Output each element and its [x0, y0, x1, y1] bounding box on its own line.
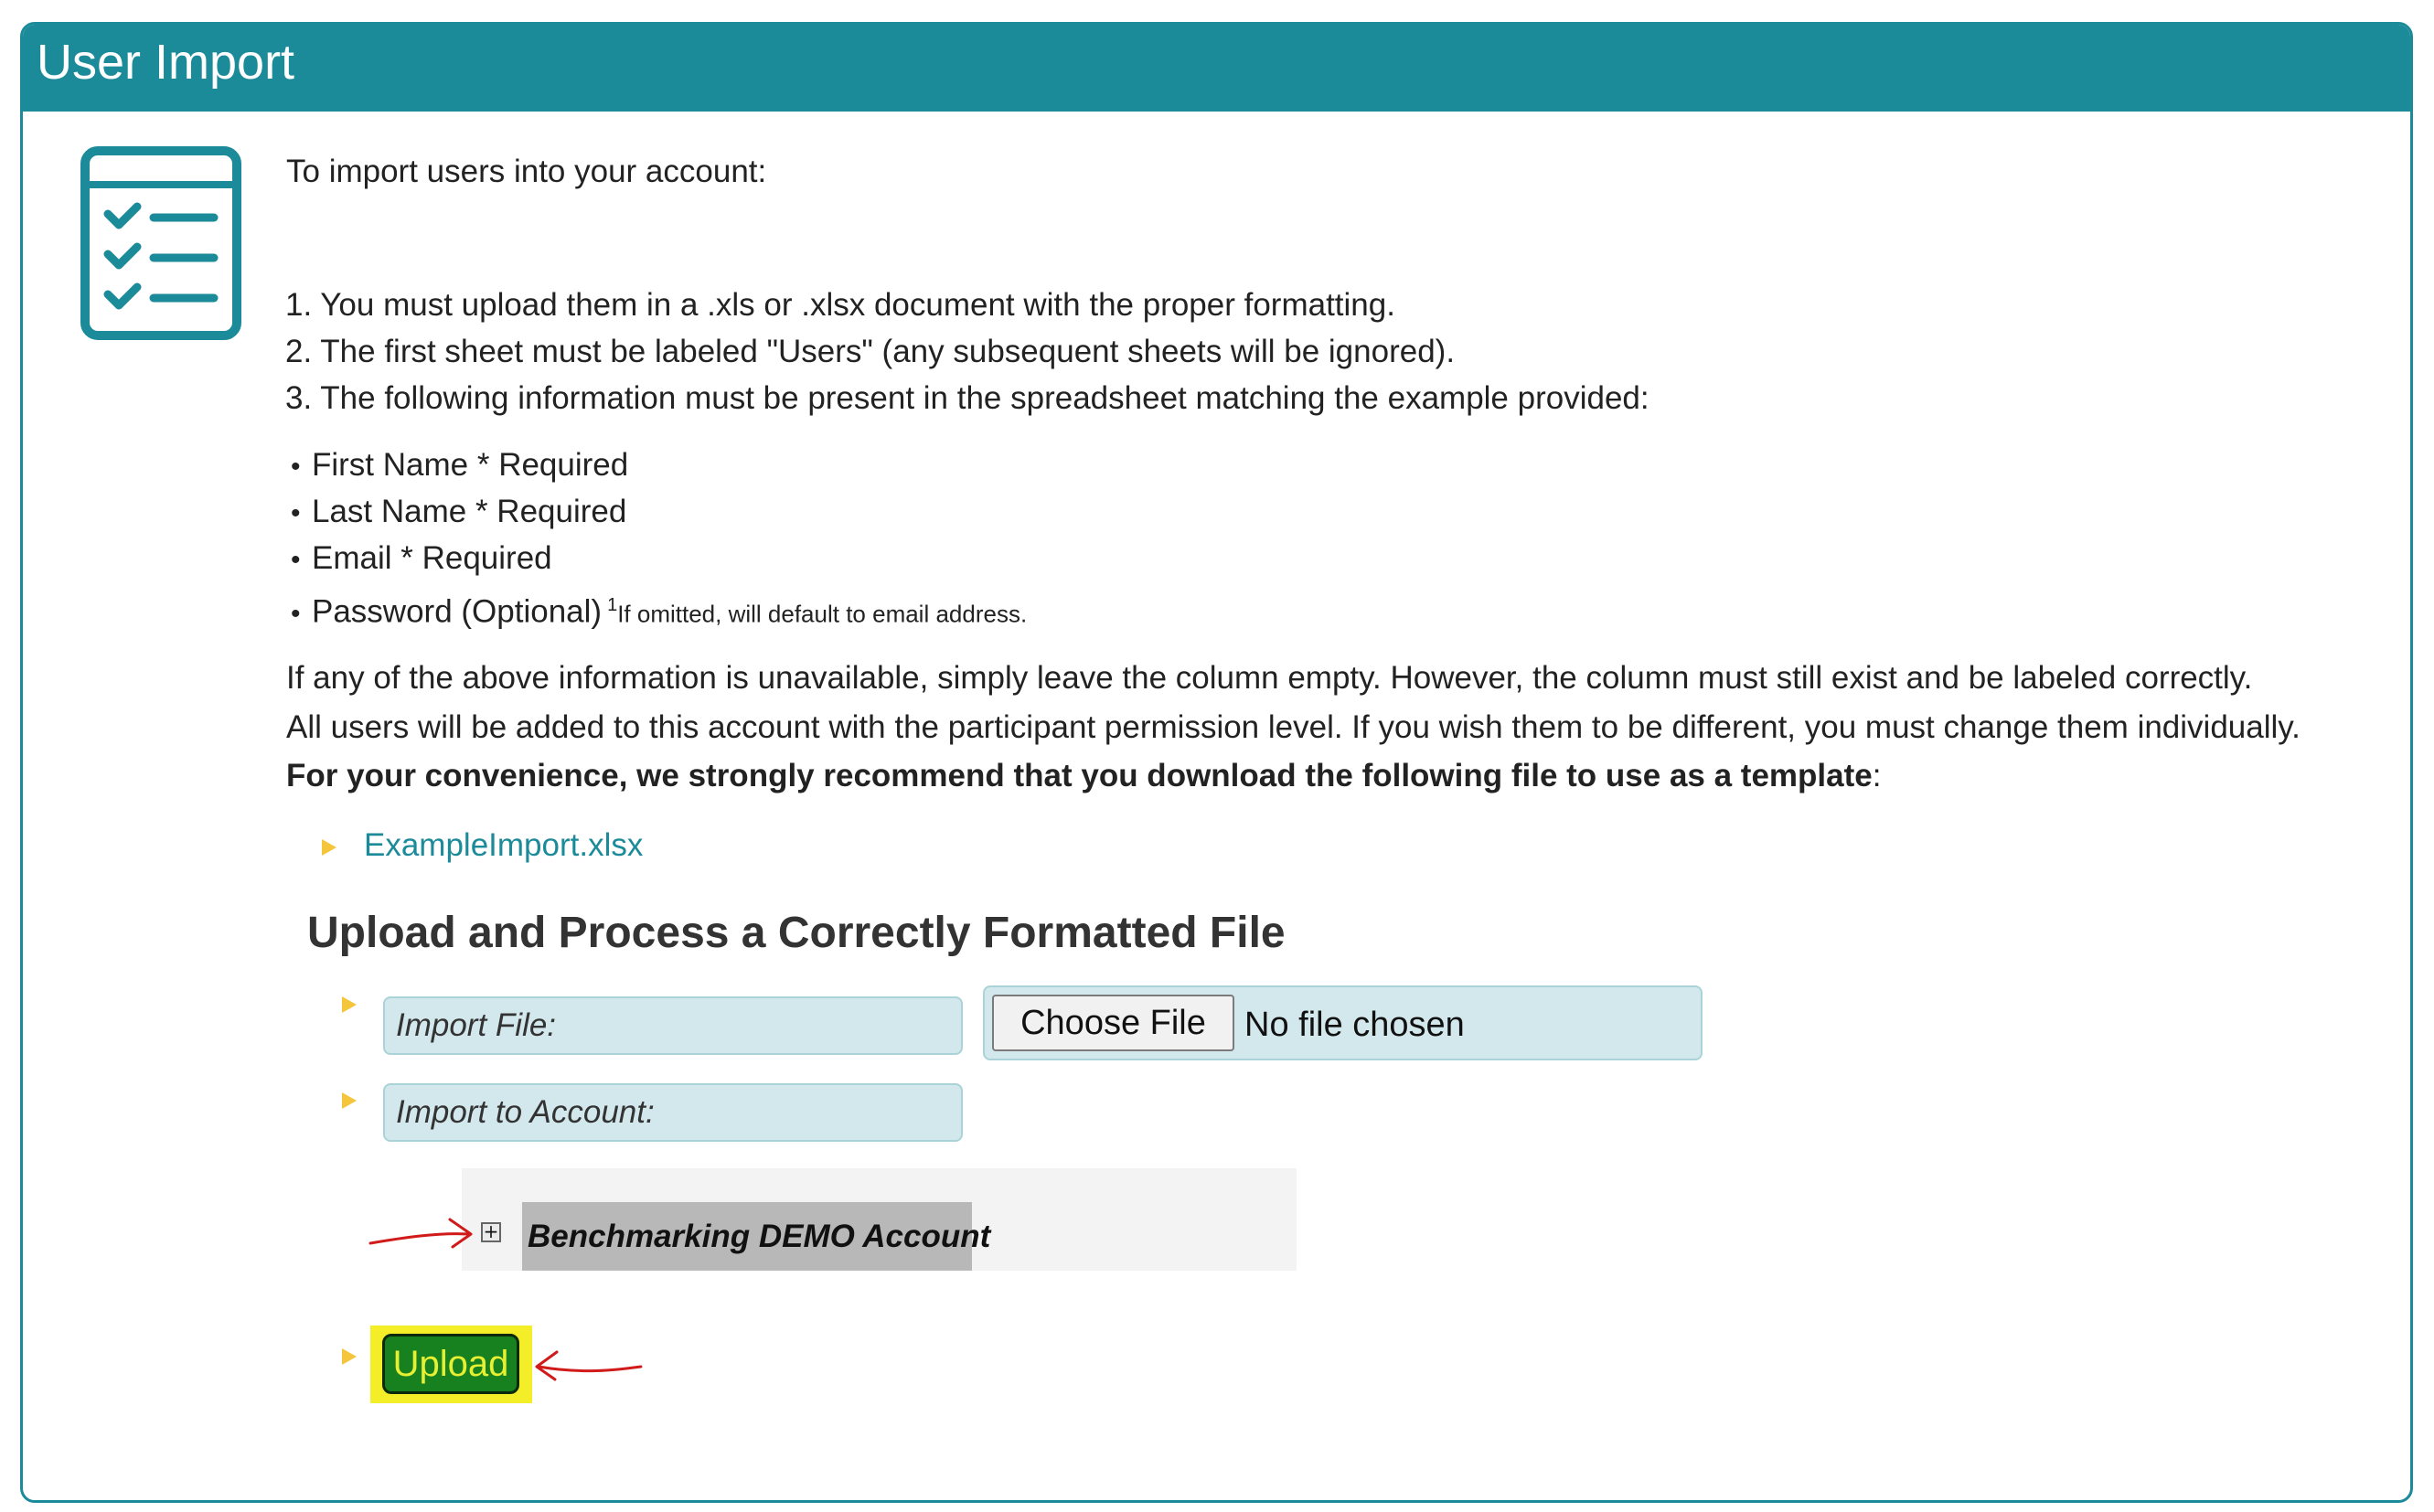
import-account-label: Import to Account: — [383, 1083, 963, 1142]
password-note: If omitted, will default to email addres… — [617, 600, 1028, 628]
field-item: • Password (Optional) 1If omitted, will de… — [291, 593, 1028, 630]
permission-note: All users will be added to this account … — [286, 709, 2301, 745]
required-fields-list: • First Name * Required • Last Name * Requ… — [291, 446, 1027, 633]
account-tree-node[interactable]: Benchmarking DEMO Account — [522, 1202, 990, 1271]
bullet-triangle-icon — [342, 1092, 357, 1109]
file-input[interactable]: Choose File No file chosen — [983, 985, 1703, 1060]
field-item: • Last Name * Required — [291, 494, 627, 529]
panel-header: User Import — [23, 25, 2410, 112]
intro-text: To import users into your account: — [286, 154, 767, 189]
page-title: User Import — [37, 35, 295, 90]
upload-button[interactable]: Upload — [382, 1334, 519, 1394]
field-item: • Email * Required — [291, 540, 552, 576]
bullet-triangle-icon — [342, 1348, 357, 1365]
choose-file-button[interactable]: Choose File — [992, 995, 1234, 1051]
red-arrow-annotation — [368, 1218, 473, 1249]
recommend-note: For your convenience, we strongly recomm… — [286, 758, 1882, 793]
unavailable-note: If any of the above information is unava… — [286, 660, 2253, 696]
example-import-link[interactable]: ExampleImport.xlsx — [364, 827, 643, 864]
no-file-text: No file chosen — [1244, 1006, 1465, 1044]
bullet-triangle-icon — [322, 839, 336, 856]
upload-section-heading: Upload and Process a Correctly Formatted… — [307, 909, 1286, 957]
step-item: 1. You must upload them in a .xls or .xl… — [285, 287, 1395, 323]
footnote-marker: 1 — [607, 595, 618, 615]
bullet-triangle-icon — [342, 996, 357, 1013]
checklist-icon — [80, 146, 241, 340]
step-item: 2. The first sheet must be labeled "User… — [285, 334, 1456, 369]
field-item: • First Name * Required — [291, 447, 629, 483]
import-file-label: Import File: — [383, 996, 963, 1055]
red-arrow-annotation — [535, 1350, 643, 1381]
steps-list: 1. You must upload them in a .xls or .xl… — [285, 286, 1649, 426]
step-item: 3. The following information must be pre… — [285, 380, 1649, 416]
